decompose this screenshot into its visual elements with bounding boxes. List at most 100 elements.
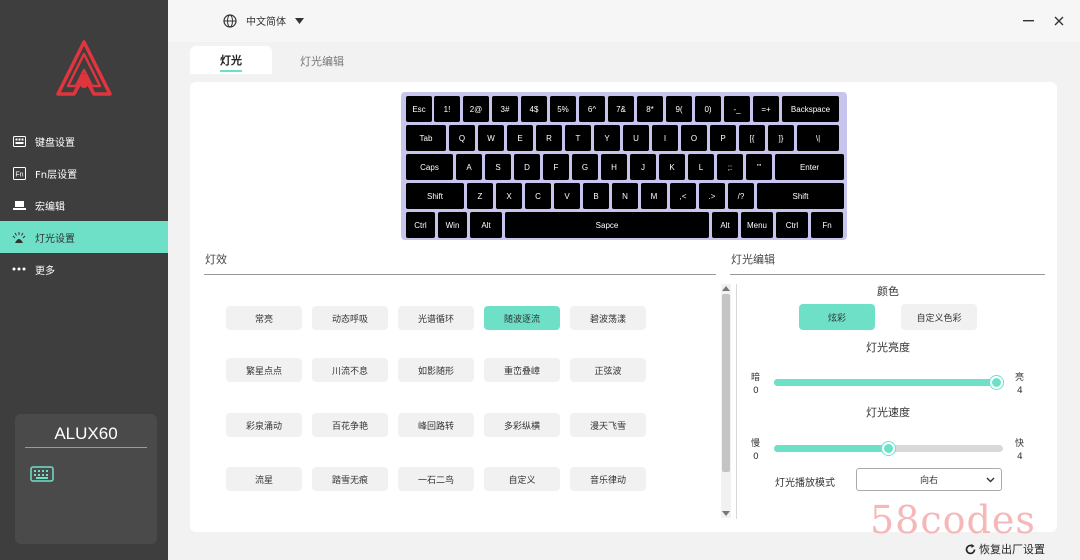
device-card[interactable]: ALUX60 [15, 414, 157, 544]
sidebar-item-fn-layer[interactable]: Fn Fn层设置 [0, 157, 168, 189]
effect-option-2[interactable]: 光谱循环 [398, 306, 474, 330]
key-3-10[interactable]: /? [728, 183, 754, 209]
effect-option-3[interactable]: 随波逐流 [484, 306, 560, 330]
key-2-3[interactable]: D [514, 154, 540, 180]
key-1-12[interactable]: ]} [768, 125, 794, 151]
effect-option-14[interactable]: 漫天飞雪 [570, 413, 646, 437]
effect-option-18[interactable]: 自定义 [484, 467, 560, 491]
key-2-7[interactable]: J [630, 154, 656, 180]
key-3-8[interactable]: ,< [670, 183, 696, 209]
key-4-4[interactable]: Alt [712, 212, 738, 238]
key-1-7[interactable]: U [623, 125, 649, 151]
key-3-11[interactable]: Shift [757, 183, 844, 209]
speed-slider-knob[interactable] [882, 442, 895, 455]
key-0-2[interactable]: 2@ [463, 96, 489, 122]
effect-option-10[interactable]: 彩泉涌动 [226, 413, 302, 437]
effect-option-6[interactable]: 川流不息 [312, 358, 388, 382]
key-3-4[interactable]: V [554, 183, 580, 209]
scroll-down-icon[interactable] [722, 511, 730, 516]
key-3-1[interactable]: Z [467, 183, 493, 209]
effect-option-8[interactable]: 重峦叠嶂 [484, 358, 560, 382]
key-1-6[interactable]: Y [594, 125, 620, 151]
key-1-13[interactable]: \| [797, 125, 839, 151]
key-0-13[interactable]: Backspace [782, 96, 839, 122]
key-0-10[interactable]: 0) [695, 96, 721, 122]
effect-option-15[interactable]: 流星 [226, 467, 302, 491]
key-2-9[interactable]: L [688, 154, 714, 180]
key-2-5[interactable]: G [572, 154, 598, 180]
effect-option-11[interactable]: 百花争艳 [312, 413, 388, 437]
key-2-11[interactable]: '" [746, 154, 772, 180]
key-1-4[interactable]: R [536, 125, 562, 151]
language-selector[interactable]: 中文简体 [223, 13, 304, 28]
key-3-2[interactable]: X [496, 183, 522, 209]
key-3-5[interactable]: B [583, 183, 609, 209]
key-2-8[interactable]: K [659, 154, 685, 180]
key-0-3[interactable]: 3# [492, 96, 518, 122]
key-0-0[interactable]: Esc [406, 96, 432, 122]
key-1-8[interactable]: I [652, 125, 678, 151]
effect-option-9[interactable]: 正弦波 [570, 358, 646, 382]
effect-option-4[interactable]: 碧波荡漾 [570, 306, 646, 330]
effect-option-16[interactable]: 踏雪无痕 [312, 467, 388, 491]
sidebar-item-macro[interactable]: 宏编辑 [0, 189, 168, 221]
brightness-slider-knob[interactable] [990, 376, 1003, 389]
key-0-8[interactable]: 8* [637, 96, 663, 122]
effect-option-19[interactable]: 音乐律动 [570, 467, 646, 491]
color-option-rainbow[interactable]: 炫彩 [799, 304, 875, 330]
sidebar-item-more[interactable]: 更多 [0, 253, 168, 285]
sidebar-item-lighting[interactable]: 灯光设置 [0, 221, 168, 253]
play-mode-select[interactable]: 向右 [856, 468, 1002, 491]
effect-option-5[interactable]: 繁星点点 [226, 358, 302, 382]
key-4-7[interactable]: Fn [811, 212, 843, 238]
key-4-6[interactable]: Ctrl [776, 212, 808, 238]
close-button[interactable] [1050, 12, 1068, 30]
tab-lighting[interactable]: 灯光 [190, 46, 272, 74]
key-1-5[interactable]: T [565, 125, 591, 151]
key-2-4[interactable]: F [543, 154, 569, 180]
key-0-5[interactable]: 5% [550, 96, 576, 122]
key-2-0[interactable]: Caps [406, 154, 453, 180]
key-1-2[interactable]: W [478, 125, 504, 151]
key-0-12[interactable]: =+ [753, 96, 779, 122]
effect-option-12[interactable]: 峰回路转 [398, 413, 474, 437]
key-2-10[interactable]: ;: [717, 154, 743, 180]
brightness-slider[interactable] [774, 376, 1003, 389]
key-0-9[interactable]: 9( [666, 96, 692, 122]
key-2-1[interactable]: A [456, 154, 482, 180]
key-1-1[interactable]: Q [449, 125, 475, 151]
key-4-2[interactable]: Alt [470, 212, 502, 238]
scroll-up-icon[interactable] [722, 286, 730, 291]
key-0-7[interactable]: 7& [608, 96, 634, 122]
factory-reset-button[interactable]: 恢复出厂设置 [965, 541, 1045, 557]
key-4-5[interactable]: Menu [741, 212, 773, 238]
key-1-9[interactable]: O [681, 125, 707, 151]
effect-option-1[interactable]: 动态呼吸 [312, 306, 388, 330]
effects-scroll-thumb[interactable] [722, 294, 730, 472]
key-3-0[interactable]: Shift [406, 183, 464, 209]
key-0-4[interactable]: 4$ [521, 96, 547, 122]
effect-option-7[interactable]: 如影随形 [398, 358, 474, 382]
tab-lighting-edit[interactable]: 灯光编辑 [300, 47, 344, 75]
key-4-3[interactable]: Sapce [505, 212, 709, 238]
color-option-custom[interactable]: 自定义色彩 [901, 304, 977, 330]
key-1-10[interactable]: P [710, 125, 736, 151]
key-1-3[interactable]: E [507, 125, 533, 151]
key-3-6[interactable]: N [612, 183, 638, 209]
key-3-3[interactable]: C [525, 183, 551, 209]
key-4-0[interactable]: Ctrl [406, 212, 435, 238]
key-2-6[interactable]: H [601, 154, 627, 180]
key-0-6[interactable]: 6^ [579, 96, 605, 122]
key-0-11[interactable]: -_ [724, 96, 750, 122]
key-1-0[interactable]: Tab [406, 125, 446, 151]
key-2-12[interactable]: Enter [775, 154, 844, 180]
minimize-button[interactable] [1019, 12, 1037, 30]
key-3-7[interactable]: M [641, 183, 667, 209]
key-0-1[interactable]: 1! [434, 96, 460, 122]
key-4-1[interactable]: Win [438, 212, 467, 238]
effect-option-13[interactable]: 多彩纵横 [484, 413, 560, 437]
key-2-2[interactable]: S [485, 154, 511, 180]
effect-option-0[interactable]: 常亮 [226, 306, 302, 330]
key-3-9[interactable]: .> [699, 183, 725, 209]
key-1-11[interactable]: [{ [739, 125, 765, 151]
